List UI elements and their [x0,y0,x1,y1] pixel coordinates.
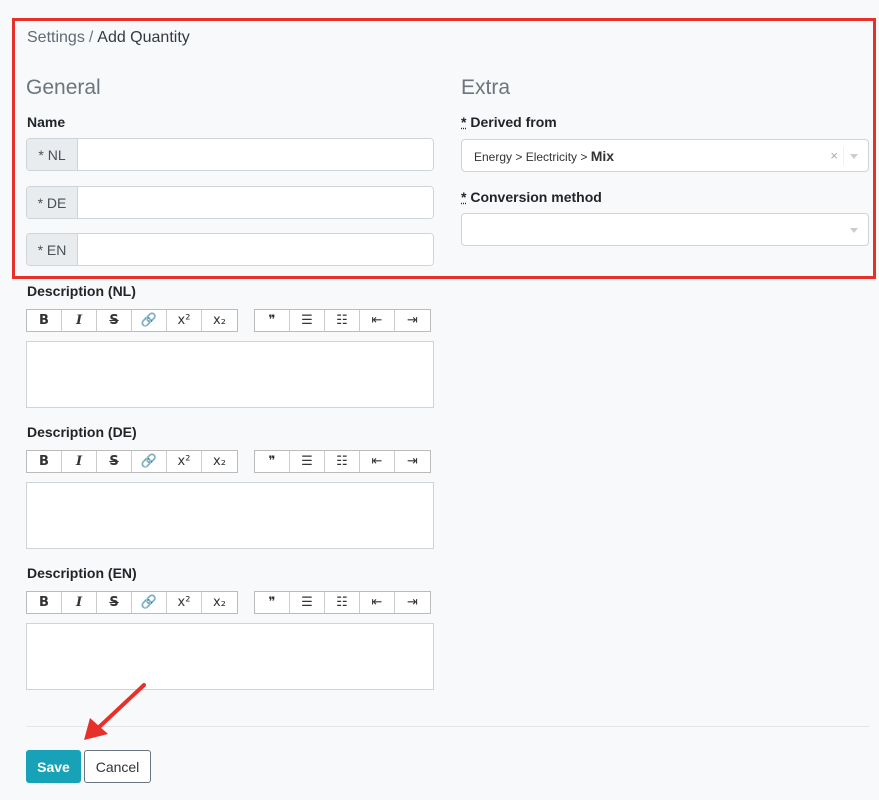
chevron-down-icon[interactable] [850,228,858,233]
toolbar-group: B I S 🔗 x² x₂ [26,591,238,614]
description-label: Description (DE) [27,424,137,440]
description-editor[interactable] [26,341,434,408]
name-nl-group: * NL [26,138,434,171]
derived-from-select[interactable]: Energy > Electricity > Mix × [461,139,869,172]
name-en-addon: * EN [27,234,78,265]
outdent-button[interactable]: ⇤ [360,310,395,331]
bullet-list-button[interactable]: ☰ [290,592,325,613]
subscript-button[interactable]: x₂ [202,310,237,331]
conversion-method-select[interactable] [461,213,869,246]
outdent-button[interactable]: ⇤ [360,451,395,472]
outdent-button[interactable]: ⇤ [360,592,395,613]
arrow-annotation [84,683,146,740]
derived-from-label: * Derived from [461,114,557,130]
bullet-list-button[interactable]: ☰ [290,451,325,472]
bold-button[interactable]: B [27,451,62,472]
link-button[interactable]: 🔗 [132,451,167,472]
link-button[interactable]: 🔗 [132,310,167,331]
derived-from-label-text: Derived from [466,114,557,130]
extra-section-title: Extra [461,76,511,99]
italic-button[interactable]: I [62,310,97,331]
breadcrumb-settings-link[interactable]: Settings [27,29,85,46]
indent-button[interactable]: ⇥ [395,310,430,331]
breadcrumb: Settings / Add Quantity [27,29,190,47]
superscript-button[interactable]: x² [167,451,202,472]
bold-button[interactable]: B [27,310,62,331]
conversion-method-label-text: Conversion method [466,189,602,205]
name-en-group: * EN [26,233,434,266]
numbered-list-button[interactable]: ☷ [325,310,360,331]
description-editor[interactable] [26,482,434,549]
name-de-input[interactable] [78,187,433,218]
editor-toolbar: B I S 🔗 x² x₂ ❞ ☰ ☷ ⇤ ⇥ [26,309,431,332]
save-button[interactable]: Save [26,750,81,783]
breadcrumb-current: Add Quantity [97,29,190,46]
numbered-list-button[interactable]: ☷ [325,592,360,613]
select-divider [843,147,844,165]
toolbar-group: ❞ ☰ ☷ ⇤ ⇥ [254,309,431,332]
superscript-button[interactable]: x² [167,592,202,613]
breadcrumb-separator: / [88,29,94,46]
derived-from-value: Energy > Electricity > Mix [474,148,614,164]
indent-button[interactable]: ⇥ [395,451,430,472]
superscript-button[interactable]: x² [167,310,202,331]
clear-icon[interactable]: × [830,148,838,163]
cancel-button[interactable]: Cancel [84,750,151,783]
quote-button[interactable]: ❞ [255,310,290,331]
toolbar-group: B I S 🔗 x² x₂ [26,309,238,332]
general-section-title: General [26,76,101,99]
description-label: Description (EN) [27,565,137,581]
chevron-down-icon[interactable] [850,154,858,159]
name-en-input[interactable] [78,234,433,265]
italic-button[interactable]: I [62,451,97,472]
bold-button[interactable]: B [27,592,62,613]
toolbar-group: B I S 🔗 x² x₂ [26,450,238,473]
quote-button[interactable]: ❞ [255,592,290,613]
editor-toolbar: B I S 🔗 x² x₂ ❞ ☰ ☷ ⇤ ⇥ [26,591,431,614]
toolbar-group: ❞ ☰ ☷ ⇤ ⇥ [254,591,431,614]
name-nl-addon: * NL [27,139,78,170]
subscript-button[interactable]: x₂ [202,451,237,472]
name-de-group: * DE [26,186,434,219]
derived-from-path: Energy > Electricity > [474,149,591,164]
name-de-addon: * DE [27,187,78,218]
numbered-list-button[interactable]: ☷ [325,451,360,472]
conversion-method-label: * Conversion method [461,189,602,205]
italic-button[interactable]: I [62,592,97,613]
name-label: Name [27,114,66,130]
toolbar-group: ❞ ☰ ☷ ⇤ ⇥ [254,450,431,473]
strikethrough-button[interactable]: S [97,310,132,331]
description-label: Description (NL) [27,283,136,299]
strikethrough-button[interactable]: S [97,592,132,613]
bullet-list-button[interactable]: ☰ [290,310,325,331]
strikethrough-button[interactable]: S [97,451,132,472]
subscript-button[interactable]: x₂ [202,592,237,613]
indent-button[interactable]: ⇥ [395,592,430,613]
derived-from-leaf: Mix [590,147,615,164]
link-button[interactable]: 🔗 [132,592,167,613]
quote-button[interactable]: ❞ [255,451,290,472]
editor-toolbar: B I S 🔗 x² x₂ ❞ ☰ ☷ ⇤ ⇥ [26,450,431,473]
name-nl-input[interactable] [78,139,433,170]
form-divider [26,726,869,727]
